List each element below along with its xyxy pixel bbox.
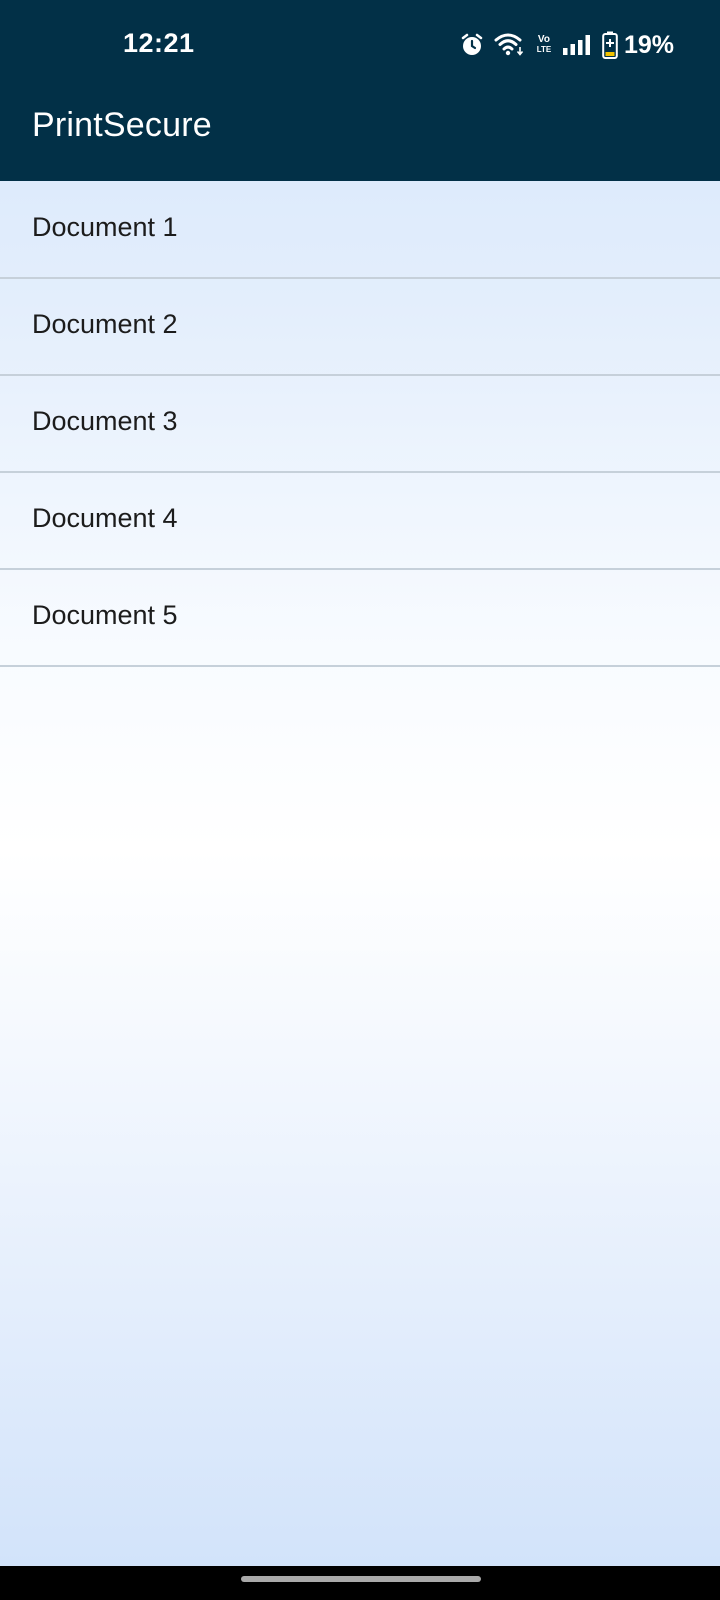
status-time: 12:21 <box>123 28 195 58</box>
document-label: Document 5 <box>32 600 178 630</box>
volte-icon: Vo LTE <box>536 35 552 55</box>
app-title: PrintSecure <box>32 106 212 144</box>
volte-top-label: Vo <box>537 34 550 45</box>
document-label: Document 4 <box>32 503 178 533</box>
document-list-item-1[interactable]: Document 1 <box>0 181 720 279</box>
wifi-icon <box>494 32 526 58</box>
document-label: Document 3 <box>32 406 178 436</box>
status-bar: 12:21 Vo LTE 19% <box>0 0 720 92</box>
screen: 12:21 Vo LTE 19% PrintSecure Document 1 … <box>0 0 720 1600</box>
battery-percent: 19% <box>623 30 674 59</box>
document-label: Document 1 <box>32 211 178 242</box>
status-icons: Vo LTE 19% <box>460 28 674 62</box>
battery-icon <box>602 31 618 59</box>
volte-bottom-label: LTE <box>536 45 552 54</box>
document-list: Document 1 Document 2 Document 3 Documen… <box>0 181 720 667</box>
signal-icon <box>562 34 592 56</box>
document-label: Document 2 <box>32 309 178 339</box>
document-list-item-2[interactable]: Document 2 <box>0 279 720 376</box>
document-list-item-3[interactable]: Document 3 <box>0 376 720 473</box>
document-list-item-5[interactable]: Document 5 <box>0 570 720 667</box>
alarm-icon <box>460 33 484 57</box>
home-gesture-handle[interactable] <box>241 1576 481 1582</box>
app-bar: PrintSecure <box>0 92 720 181</box>
navigation-bar <box>0 1566 720 1600</box>
document-list-item-4[interactable]: Document 4 <box>0 473 720 570</box>
